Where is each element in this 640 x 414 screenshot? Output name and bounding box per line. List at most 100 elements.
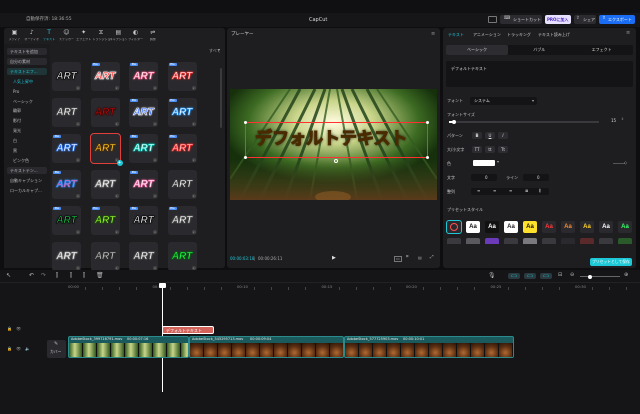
zoom-out-icon[interactable]: ⊖ <box>570 273 574 278</box>
time-ruler[interactable]: 00:00 00:05 00:10 00:15 00:20 00:25 00:30 <box>68 283 640 293</box>
text-clip[interactable]: デフォルトテキスト <box>162 326 214 334</box>
pattern-button[interactable]: B <box>472 132 482 139</box>
video-clip[interactable]: AdobeStock_577725903.mov 00:00:10:01 <box>344 336 514 358</box>
stepper-icon[interactable]: ⇳ <box>621 117 624 122</box>
sidebar-item[interactable]: Pro <box>7 88 47 95</box>
split-right-icon[interactable]: ⫿ <box>83 273 85 279</box>
download-icon[interactable]: ↓ <box>153 122 157 126</box>
magnet-icon[interactable]: ⊂⊃ <box>508 273 520 279</box>
case-button[interactable]: TT <box>472 146 482 153</box>
text-template-tile[interactable]: ART ↓ + <box>89 133 123 166</box>
download-icon[interactable]: ↓ <box>76 122 80 126</box>
split-icon[interactable]: ⫿ <box>56 273 58 279</box>
sidebar-item[interactable]: ベーシック <box>7 98 47 105</box>
sidebar-item[interactable]: 白 <box>7 137 47 144</box>
fullscreen-small-icon[interactable]: ▭ <box>394 256 402 262</box>
preset-style[interactable] <box>561 238 575 244</box>
redo-icon[interactable]: ↷ <box>41 273 46 279</box>
sidebar-item[interactable]: ピンク色 <box>7 157 47 164</box>
download-icon[interactable]: ↓ <box>153 86 157 90</box>
sidebar-item[interactable]: テキストエフ... <box>7 67 47 75</box>
menu-icon[interactable]: ≡ <box>626 31 630 36</box>
preset-style[interactable]: Aa <box>618 221 632 233</box>
text-template-tile[interactable]: ART ↓ <box>129 242 158 271</box>
size-slider-thumb[interactable] <box>452 119 456 124</box>
preview-axis-icon[interactable]: ⊂⊃ <box>540 273 552 279</box>
preset-style[interactable]: Aa <box>485 221 499 233</box>
ratio-icon[interactable]: ▤ <box>418 256 422 260</box>
text-template-tile[interactable]: ART ↓ <box>90 242 120 271</box>
text-template-tile[interactable]: ART Pro ↓ <box>129 170 158 199</box>
download-icon[interactable]: ↓ <box>153 158 157 162</box>
download-icon[interactable]: ↓ <box>76 86 80 90</box>
tab-media[interactable]: ▣ メディア <box>6 29 23 43</box>
preset-style[interactable]: Aa <box>561 221 575 233</box>
text-template-tile[interactable]: ART ↓ <box>52 242 81 271</box>
preset-style[interactable] <box>599 238 613 244</box>
sidebar-item[interactable]: 人気上昇中 <box>7 78 47 85</box>
resize-handle[interactable] <box>426 121 429 124</box>
tab-filter[interactable]: ◐ フィルター <box>127 29 144 43</box>
zoom-in-icon[interactable]: ⊕ <box>624 273 628 278</box>
text-template-tile[interactable]: ART ↓ <box>90 170 120 199</box>
shortcut-button[interactable]: ショートカット ⌨ <box>500 15 542 24</box>
text-template-tile[interactable]: ART Pro ↓ <box>129 98 158 127</box>
spacing-input[interactable]: 0 <box>471 174 497 181</box>
align-justify-icon[interactable]: ≣ <box>525 189 528 193</box>
download-icon[interactable]: ↓ <box>191 230 196 234</box>
download-icon[interactable]: ↓ <box>76 230 80 234</box>
align-vertical-icon[interactable]: ⫼ <box>539 189 541 193</box>
download-icon[interactable]: ↓ <box>114 122 119 126</box>
inspector-tab[interactable]: テキスト <box>448 33 464 37</box>
sidebar-item[interactable]: 発光 <box>7 127 47 134</box>
lock-icon[interactable]: 🔒 <box>7 327 12 331</box>
preset-style[interactable]: Aa <box>599 221 613 233</box>
size-value[interactable]: 15 <box>611 119 616 123</box>
download-icon[interactable]: ↓ <box>153 194 157 198</box>
sidebar-item[interactable]: ローカルキャプ... <box>7 187 47 194</box>
video-clip[interactable]: AdobeStock_399716791.mov 00:00:07:16 <box>68 336 189 358</box>
inspector-subtab[interactable]: ベーシック <box>446 45 508 55</box>
pro-button[interactable]: PROに加入 <box>545 15 571 24</box>
preset-style[interactable] <box>447 238 461 244</box>
inspector-subtab[interactable]: エフェクト <box>571 45 633 55</box>
align-right-icon[interactable]: ≡ <box>509 189 512 193</box>
sidebar-item[interactable]: 影付 <box>7 117 47 124</box>
text-template-tile[interactable]: ART Pro ↓ <box>52 170 81 199</box>
microphone-icon[interactable]: 🎙 <box>488 273 496 279</box>
text-template-tile[interactable]: ART ↓ <box>167 242 197 271</box>
inspector-tab[interactable]: アニメーション <box>473 33 501 37</box>
link-icon[interactable]: ⊂⊃ <box>524 273 536 279</box>
inspector-subtab[interactable]: バブル <box>508 45 570 55</box>
inspector-tab[interactable]: テキスト読み上げ <box>538 33 570 37</box>
tab-caption[interactable]: ▤ キャプション <box>110 29 127 43</box>
tab-effect[interactable]: ✦ エフェクト <box>75 29 92 43</box>
sidebar-item[interactable]: 輪郭 <box>7 107 47 114</box>
sidebar-item[interactable]: 自動キャプション <box>7 177 47 184</box>
speaker-icon[interactable]: 🔈 <box>25 347 30 351</box>
keyframe-icon[interactable]: ◇ <box>624 161 627 165</box>
download-icon[interactable]: ↓ <box>114 86 119 90</box>
resize-handle[interactable] <box>244 156 247 159</box>
text-selection-box[interactable]: デフォルトテキスト <box>244 121 429 163</box>
download-icon[interactable]: ↓ <box>76 194 80 198</box>
cover-button[interactable]: ✎ カバー <box>47 340 66 358</box>
menu-icon[interactable]: ≡ <box>431 32 435 37</box>
pattern-button[interactable]: I <box>498 132 508 139</box>
color-swatch[interactable] <box>473 160 495 166</box>
playhead-handle[interactable] <box>159 283 166 288</box>
resize-handle[interactable] <box>244 121 247 124</box>
tab-audio[interactable]: ♪ オーディオ <box>23 29 40 43</box>
text-template-tile[interactable]: ART Pro ↓ <box>52 134 81 163</box>
eye-icon[interactable]: 👁 <box>16 327 21 331</box>
delete-icon[interactable]: 🗑 <box>96 273 104 279</box>
chevron-down-icon[interactable]: ▾ <box>218 48 220 52</box>
preset-style[interactable] <box>542 238 556 244</box>
text-template-tile[interactable]: ART ↓ <box>52 62 81 91</box>
sidebar-item[interactable]: テキストテン... <box>7 166 47 174</box>
text-template-tile[interactable]: ART Pro ↓ <box>167 134 197 163</box>
case-button[interactable]: tt <box>485 146 495 153</box>
tab-transition[interactable]: ⧖ トランジション <box>93 29 110 43</box>
preset-style[interactable] <box>523 238 537 244</box>
preset-style[interactable] <box>618 238 632 244</box>
